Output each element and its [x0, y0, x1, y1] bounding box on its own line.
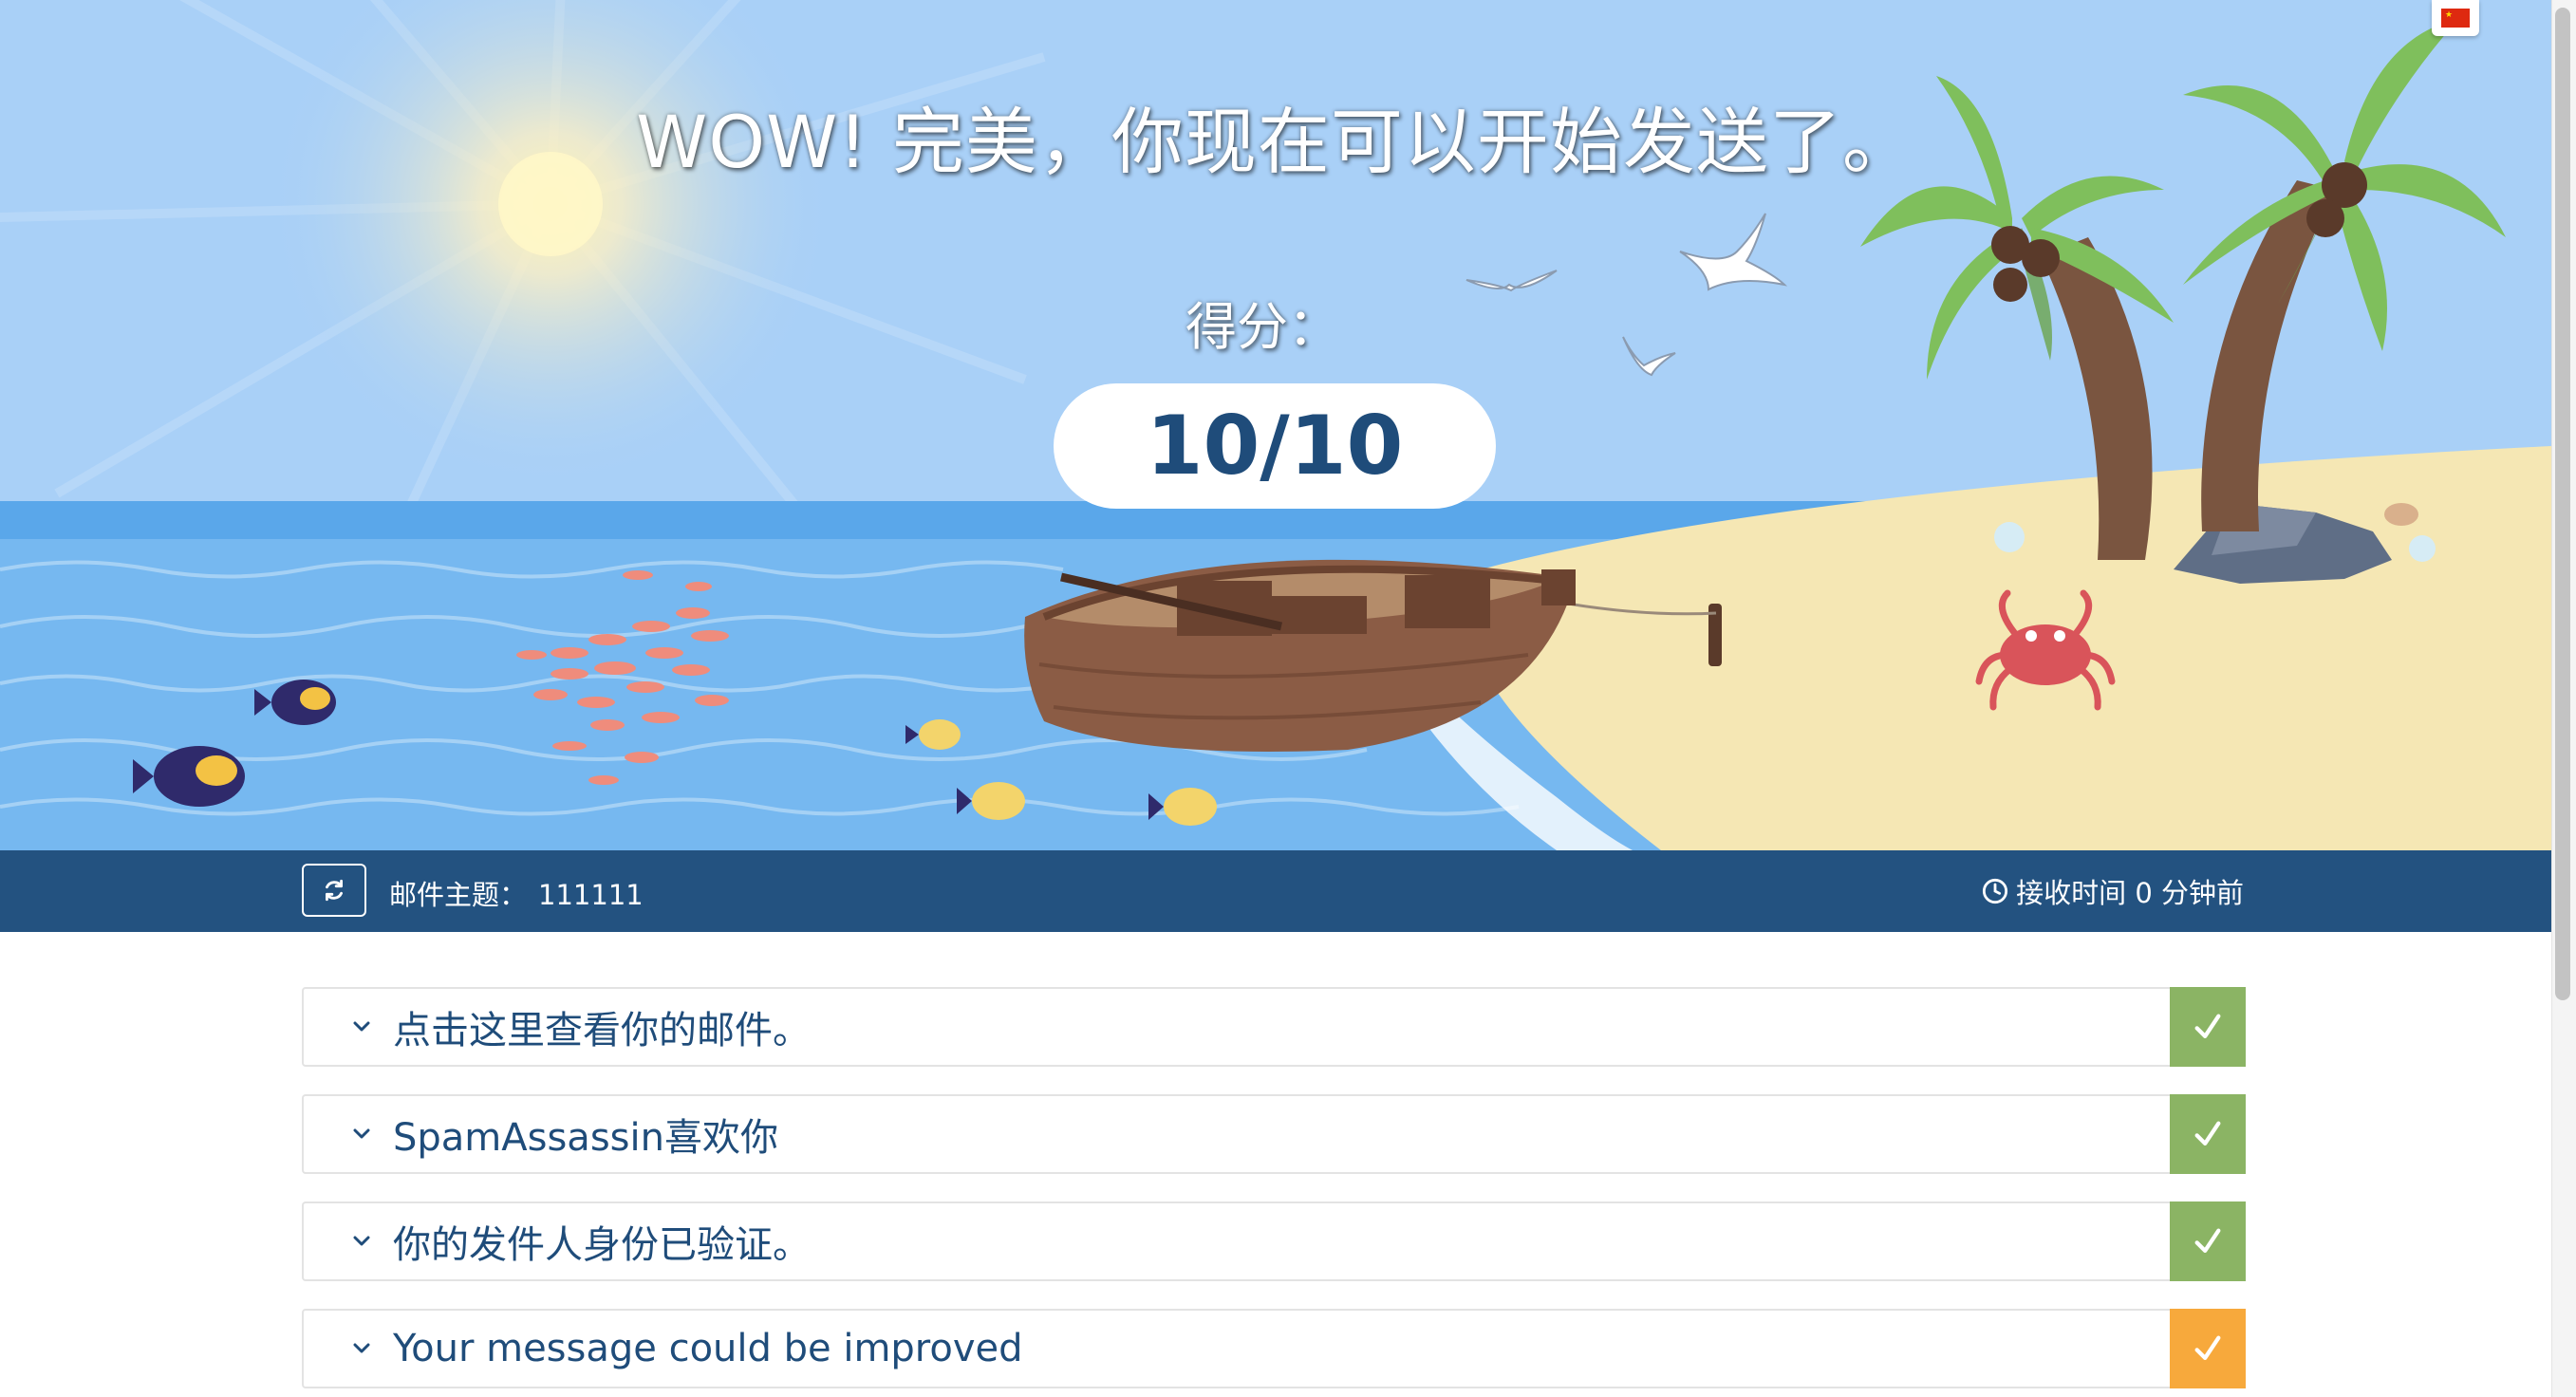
refresh-button[interactable] [302, 864, 366, 917]
status-warning-badge [2170, 1309, 2246, 1388]
chevron-down-icon [345, 1118, 378, 1150]
subject-value: 111111 [538, 879, 644, 911]
check-icon [2194, 1121, 2221, 1146]
chevron-down-icon [345, 1332, 378, 1365]
received-text: 接收时间 0 分钟前 [2016, 877, 2244, 909]
result-headline: WOW! 完美，你现在可以开始发送了。 [636, 100, 1915, 184]
score-value: 10/10 [1146, 399, 1404, 494]
subject-label: 邮件主题： [389, 879, 528, 911]
status-pass-badge [2170, 1201, 2246, 1281]
scrollbar-thumb[interactable] [2555, 8, 2570, 1000]
hero-banner: WOW! 完美，你现在可以开始发送了。 得分： 10/10 ★ [0, 0, 2551, 850]
status-pass-badge [2170, 1094, 2246, 1174]
refresh-icon [326, 879, 343, 902]
result-label: 你的发件人身份已验证。 [393, 1223, 811, 1267]
check-icon [2194, 1014, 2221, 1039]
result-label: Your message could be improved [393, 1327, 1023, 1370]
result-row-message-improvable[interactable]: Your message could be improved [302, 1309, 2246, 1388]
clock-icon [1983, 878, 2008, 904]
message-meta-bar: 邮件主题： 111111 接收时间 0 分钟前 [0, 850, 2551, 932]
result-row-sender-authenticated[interactable]: 你的发件人身份已验证。 [302, 1201, 2246, 1281]
check-icon [2194, 1335, 2221, 1361]
score-label: 得分： [1185, 297, 1339, 357]
result-row-view-message[interactable]: 点击这里查看你的邮件。 [302, 987, 2246, 1067]
result-label: 点击这里查看你的邮件。 [393, 1009, 811, 1052]
check-icon [2194, 1228, 2221, 1254]
language-switcher[interactable]: ★ [2432, 0, 2479, 36]
status-pass-badge [2170, 987, 2246, 1067]
chevron-down-icon [345, 1011, 378, 1043]
china-flag-icon: ★ [2441, 9, 2470, 28]
result-row-spamassassin[interactable]: SpamAssassin喜欢你 [302, 1094, 2246, 1174]
received-time: 接收时间 0 分钟前 [1982, 871, 2244, 911]
result-label: SpamAssassin喜欢你 [393, 1116, 778, 1160]
results-list: 点击这里查看你的邮件。 SpamAssassin喜欢你 你的发件人身份已验证。 … [302, 987, 2246, 1397]
email-subject: 邮件主题： 111111 [389, 873, 644, 913]
score-badge: 10/10 [1054, 383, 1496, 509]
chevron-down-icon [345, 1225, 378, 1257]
